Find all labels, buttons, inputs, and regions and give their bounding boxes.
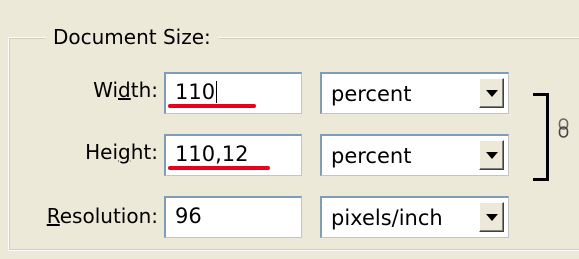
width-unit-value: percent [331, 82, 412, 106]
document-size-title: Document Size: [45, 22, 219, 52]
width-label: Width: [93, 78, 158, 102]
resolution-unit-value: pixels/inch [331, 206, 443, 230]
resolution-unit-select[interactable]: pixels/inch [320, 196, 509, 238]
annotation-underline-width [168, 104, 256, 108]
chain-link-icon [558, 118, 569, 138]
dropdown-arrow-icon[interactable] [479, 202, 504, 232]
annotation-underline-height [168, 166, 270, 170]
width-value: 110 [175, 80, 216, 104]
resolution-input[interactable]: 96 [164, 196, 302, 238]
height-value: 110,12 [175, 142, 249, 166]
height-unit-select[interactable]: percent [320, 134, 509, 176]
height-unit-value: percent [331, 144, 412, 168]
width-unit-select[interactable]: percent [320, 72, 509, 114]
height-label: Height: [85, 140, 158, 164]
resolution-label: Resolution: [46, 204, 158, 228]
dropdown-arrow-icon[interactable] [479, 140, 504, 170]
dropdown-arrow-icon[interactable] [479, 78, 504, 108]
text-caret [216, 81, 218, 103]
resolution-value: 96 [175, 204, 202, 228]
constrain-bracket [533, 93, 549, 181]
